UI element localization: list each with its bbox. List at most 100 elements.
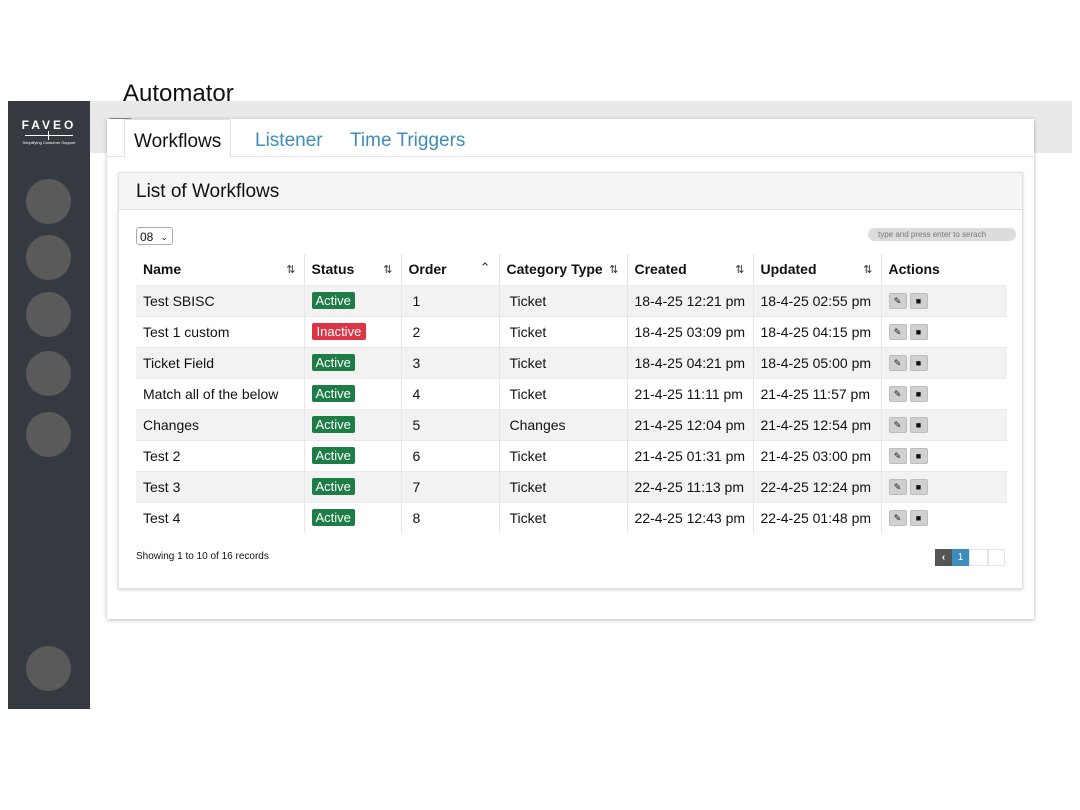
cell-name[interactable]: Test 1 custom	[136, 315, 305, 347]
column-header-created[interactable]: Created ⇅	[627, 254, 754, 285]
sidebar-nav-item-3[interactable]	[26, 292, 71, 337]
status-badge: Active	[311, 447, 355, 464]
tab-workflows[interactable]: Workflows	[124, 119, 232, 158]
sidebar-nav-item-2[interactable]	[26, 235, 71, 280]
cell-name[interactable]: Test 3	[136, 470, 305, 502]
page-button-next[interactable]	[969, 549, 988, 566]
column-label: Actions	[888, 261, 940, 278]
sidebar: FAVEO Simplifying Customer Support	[8, 101, 90, 709]
table-row: Test 4 Active 8 Ticket 22-4-25 12:43 pm …	[136, 501, 1007, 533]
column-header-status[interactable]: Status ⇅	[304, 254, 402, 285]
trash-icon[interactable]: ■	[909, 510, 928, 527]
cell-actions: ✎ ■	[881, 284, 1007, 316]
cell-updated: 21-4-25 11:57 pm	[753, 377, 882, 409]
cell-updated: 18-4-25 02:55 pm	[753, 284, 882, 316]
edit-icon[interactable]: ✎	[888, 417, 907, 434]
cell-category: Ticket	[499, 346, 628, 378]
panel-header: List of Workflows	[119, 173, 1022, 210]
edit-icon[interactable]: ✎	[888, 386, 907, 403]
edit-icon[interactable]: ✎	[888, 510, 907, 527]
page-title: Automator	[123, 80, 234, 107]
tab-bar: Workflows Listener Time Triggers	[107, 119, 1034, 158]
tab-listener[interactable]: Listener	[255, 119, 323, 156]
edit-icon[interactable]: ✎	[888, 324, 907, 341]
edit-icon[interactable]: ✎	[888, 479, 907, 496]
trash-icon[interactable]: ■	[909, 293, 928, 310]
cell-created: 22-4-25 12:43 pm	[627, 501, 754, 533]
chevron-down-icon: ⌄	[160, 232, 168, 242]
chevron-left-icon[interactable]: ‹	[935, 549, 952, 566]
cell-status: Active	[304, 346, 402, 378]
sort-arrows-icon: ⇅	[609, 264, 619, 276]
trash-icon[interactable]: ■	[909, 479, 928, 496]
cell-name[interactable]: Changes	[136, 408, 305, 440]
trash-icon[interactable]: ■	[909, 355, 928, 372]
cell-updated: 21-4-25 12:54 pm	[753, 408, 882, 440]
cell-updated: 22-4-25 01:48 pm	[753, 501, 882, 533]
column-header-name[interactable]: Name ⇅	[136, 254, 305, 285]
status-badge: Active	[311, 292, 355, 309]
cell-created: 21-4-25 12:04 pm	[627, 408, 754, 440]
table-row: Test 1 custom Inactive 2 Ticket 18-4-25 …	[136, 315, 1007, 347]
table-row: Ticket Field Active 3 Ticket 18-4-25 04:…	[136, 346, 1007, 378]
panel-title: List of Workflows	[136, 181, 280, 202]
sort-arrows-icon: ⇅	[863, 264, 873, 276]
cell-actions: ✎ ■	[881, 470, 1007, 502]
edit-icon[interactable]: ✎	[888, 448, 907, 465]
logo-divider	[25, 131, 73, 140]
page-button-current[interactable]: 1	[952, 549, 969, 566]
cell-updated: 18-4-25 04:15 pm	[753, 315, 882, 347]
cell-status: Inactive	[304, 315, 402, 347]
cell-order: 8	[401, 501, 500, 533]
page-button-blank[interactable]	[988, 549, 1005, 566]
cell-status: Active	[304, 377, 402, 409]
cell-updated: 22-4-25 12:24 pm	[753, 470, 882, 502]
sidebar-nav-item-5[interactable]	[26, 412, 71, 457]
cell-created: 18-4-25 04:21 pm	[627, 346, 754, 378]
cell-actions: ✎ ■	[881, 408, 1007, 440]
column-label: Created	[634, 261, 687, 278]
column-header-updated[interactable]: Updated ⇅	[753, 254, 882, 285]
cell-actions: ✎ ■	[881, 501, 1007, 533]
cell-actions: ✎ ■	[881, 346, 1007, 378]
trash-icon[interactable]: ■	[909, 417, 928, 434]
cell-name[interactable]: Test 4	[136, 501, 305, 533]
column-header-category-type[interactable]: Category Type ⇅	[499, 254, 628, 285]
cell-category: Ticket	[499, 315, 628, 347]
cell-status: Active	[304, 501, 402, 533]
cell-name[interactable]: Match all of the below	[136, 377, 305, 409]
sidebar-nav-item-bottom[interactable]	[26, 646, 71, 691]
logo-wordmark: FAVEO	[21, 118, 77, 132]
workflows-panel: List of Workflows 08 ⌄ type and press en…	[118, 172, 1023, 589]
trash-icon[interactable]: ■	[909, 324, 928, 341]
tab-time-triggers[interactable]: Time Triggers	[350, 119, 465, 156]
trash-icon[interactable]: ■	[909, 386, 928, 403]
sidebar-nav-item-1[interactable]	[26, 179, 71, 224]
cell-order: 1	[401, 284, 500, 316]
column-header-order[interactable]: Order ⌃	[401, 254, 500, 285]
sort-arrows-icon: ⇅	[735, 264, 745, 276]
cell-category: Changes	[499, 408, 628, 440]
cell-category: Ticket	[499, 470, 628, 502]
per-page-value: 08	[140, 230, 154, 244]
cell-actions: ✎ ■	[881, 439, 1007, 471]
edit-icon[interactable]: ✎	[888, 355, 907, 372]
automator-card: Workflows Listener Time Triggers List of…	[107, 119, 1034, 619]
per-page-select[interactable]: 08 ⌄	[136, 227, 173, 245]
cell-name[interactable]: Ticket Field	[136, 346, 305, 378]
status-badge: Active	[311, 509, 355, 527]
status-badge: Active	[311, 416, 355, 433]
cell-name[interactable]: Test 2	[136, 439, 305, 471]
sidebar-nav-item-4[interactable]	[26, 351, 71, 396]
cell-created: 21-4-25 11:11 pm	[627, 377, 754, 409]
status-badge: Active	[311, 385, 355, 402]
edit-icon[interactable]: ✎	[888, 293, 907, 310]
faveo-logo[interactable]: FAVEO Simplifying Customer Support	[8, 117, 90, 145]
cell-name[interactable]: Test SBISC	[136, 284, 305, 316]
trash-icon[interactable]: ■	[909, 448, 928, 465]
cell-actions: ✎ ■	[881, 377, 1007, 409]
sort-arrows-icon: ⇅	[383, 264, 393, 276]
cell-order: 2	[401, 315, 500, 347]
search-input[interactable]: type and press enter to serach	[868, 228, 1016, 241]
logo-tagline: Simplifying Customer Support	[22, 140, 76, 145]
